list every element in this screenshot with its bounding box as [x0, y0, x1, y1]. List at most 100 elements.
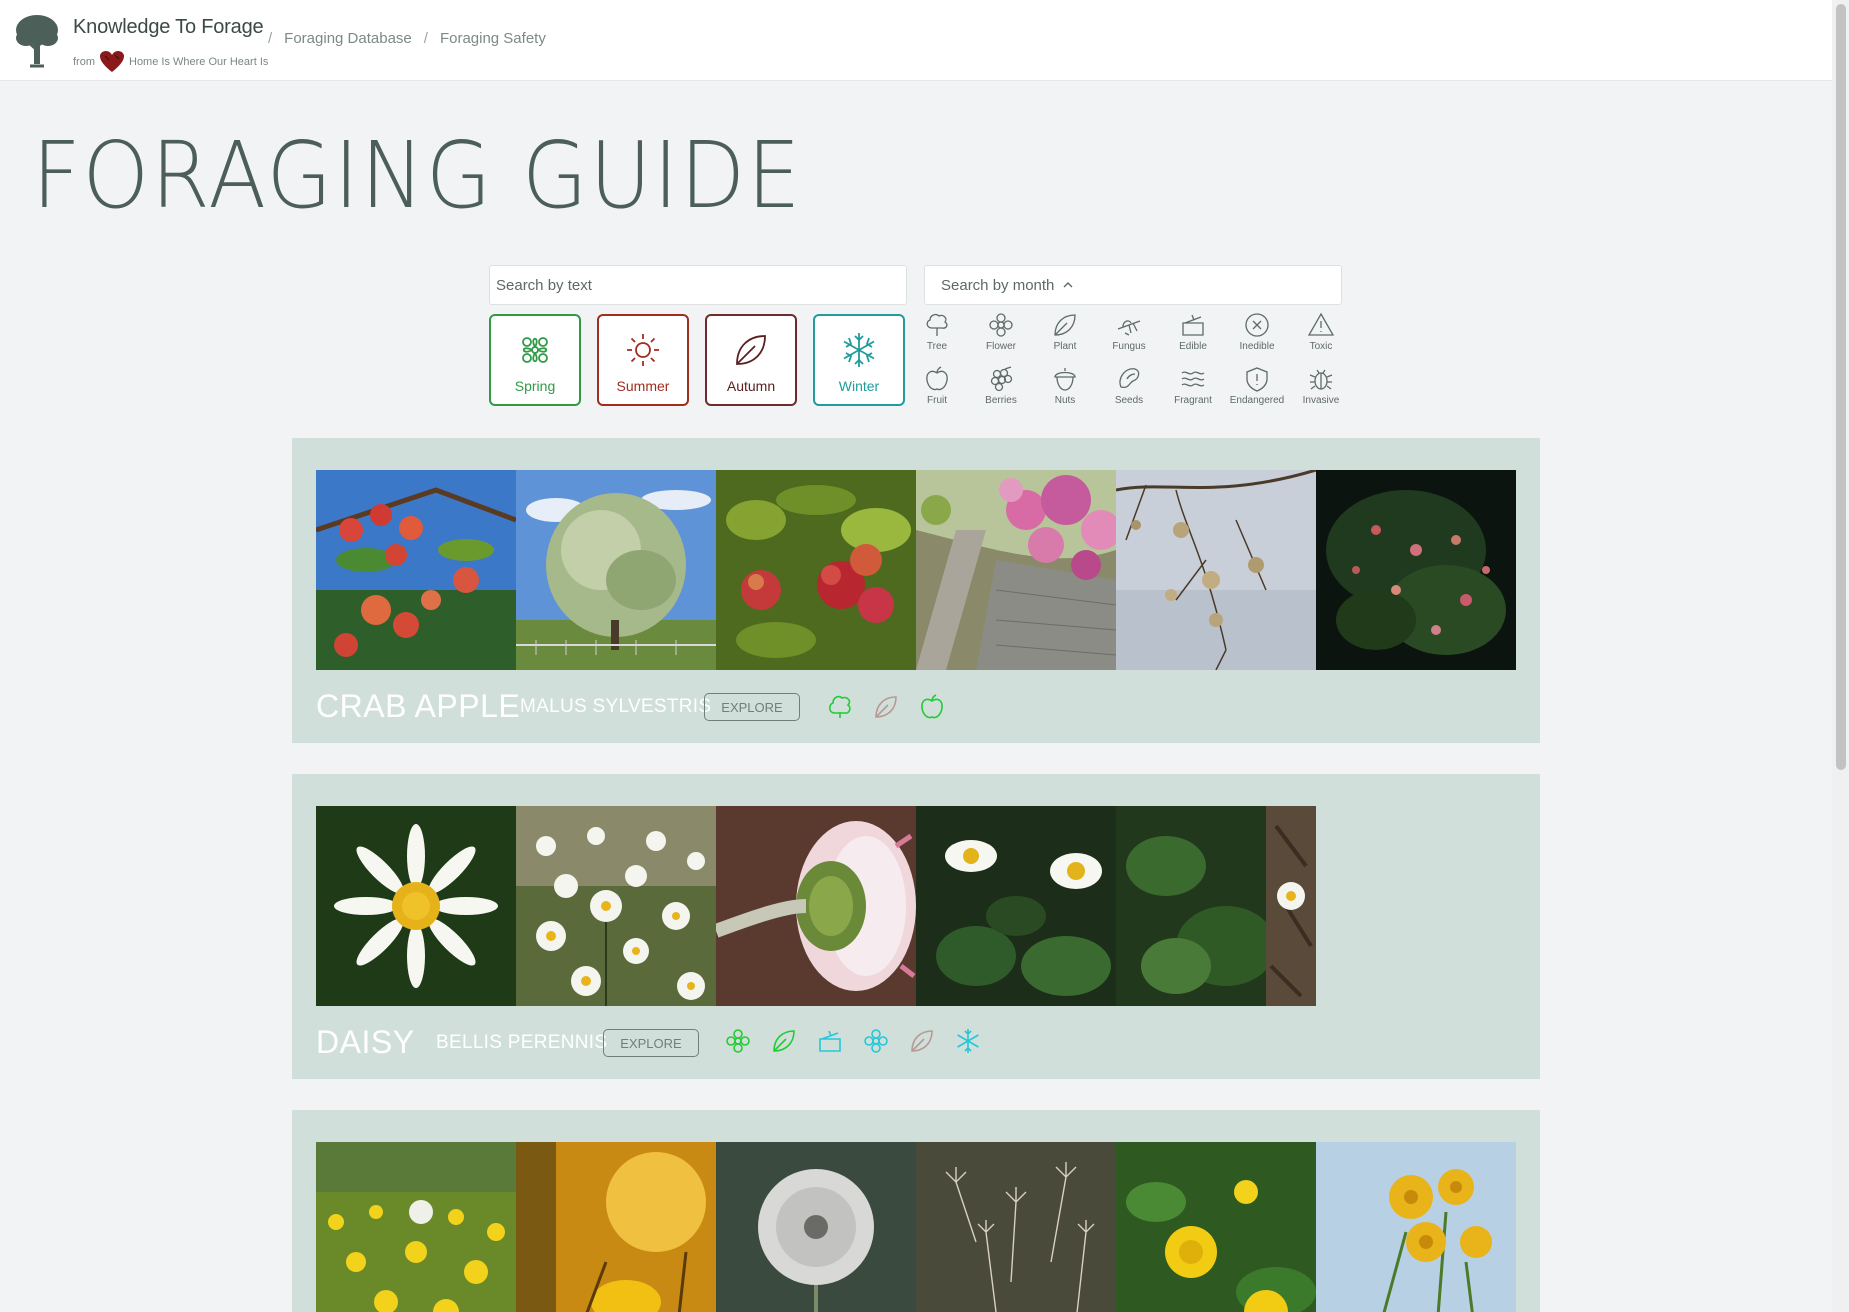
dandelion-sunset-photo[interactable]: [516, 1142, 716, 1312]
filter-berries[interactable]: Berries: [971, 365, 1031, 413]
crab-apple-fruit-photo[interactable]: [716, 470, 916, 670]
filter-inedible[interactable]: Inedible: [1227, 311, 1287, 359]
shield-alert-icon: [1246, 367, 1268, 392]
snowflake-icon: [957, 1029, 979, 1053]
month-dropdown-label: Search by month: [941, 276, 1055, 294]
crab-apple-blossom-photo[interactable]: [916, 470, 1116, 670]
dandelion-seedhead-photo[interactable]: [716, 1142, 916, 1312]
scrollbar[interactable]: [1832, 0, 1849, 1312]
filter-toxic[interactable]: Toxic: [1291, 311, 1351, 359]
dandelion-field-photo[interactable]: [316, 1142, 516, 1312]
pot-icon: [1182, 314, 1204, 336]
tree-icon: [926, 313, 948, 336]
dandelion-flower-photo[interactable]: [1116, 1142, 1316, 1312]
season-filter-spring[interactable]: Spring: [489, 314, 581, 406]
filter-label: Seeds: [1114, 395, 1144, 406]
flower-icon: [989, 313, 1013, 337]
season-label-summer: Summer: [616, 378, 670, 394]
spring-flower-icon: [522, 337, 548, 363]
filter-label: Fungus: [1112, 341, 1146, 352]
season-filter-autumn[interactable]: Autumn: [705, 314, 797, 406]
explore-button[interactable]: EXPLORE: [603, 1029, 699, 1057]
filter-tree[interactable]: Tree: [907, 311, 967, 359]
season-label-autumn: Autumn: [726, 378, 776, 394]
dandelion-seeds-photo[interactable]: [916, 1142, 1116, 1312]
filter-label: Invasive: [1302, 395, 1340, 406]
filter-label: Berries: [985, 395, 1017, 406]
chevron-up-icon: [1063, 282, 1073, 288]
waves-icon: [1181, 371, 1205, 387]
filter-endangered[interactable]: Endangered: [1227, 365, 1287, 413]
brand-subtitle[interactable]: from Home Is Where Our Heart Is: [73, 50, 268, 74]
filter-label: Inedible: [1239, 341, 1275, 352]
month-dropdown[interactable]: Search by month: [924, 265, 1342, 305]
plant-card-crab-apple: CRAB APPLE MALUS SYLVESTRIS EXPLORE: [292, 438, 1540, 743]
daisy-ground-photo[interactable]: [1116, 806, 1316, 1006]
crab-apple-tree-photo[interactable]: [516, 470, 716, 670]
cross-circle-icon: [1245, 313, 1269, 337]
breadcrumb-separator: /: [423, 30, 428, 47]
brand-parent-name: Home Is Where Our Heart Is: [129, 56, 269, 68]
plant-name: DAISY: [316, 1024, 415, 1060]
dandelion-sky-photo[interactable]: [1316, 1142, 1516, 1312]
heart-icon: [100, 51, 124, 72]
filter-edible[interactable]: Edible: [1163, 311, 1223, 359]
filter-label: Fruit: [927, 395, 947, 406]
sun-icon: [627, 334, 659, 366]
season-filter-winter[interactable]: Winter: [813, 314, 905, 406]
top-navigation-bar: Knowledge To Forage from Home Is Where O…: [0, 0, 1832, 81]
filter-nuts[interactable]: Nuts: [1035, 365, 1095, 413]
filter-plant[interactable]: Plant: [1035, 311, 1095, 359]
filter-label: Endangered: [1229, 395, 1285, 406]
filter-flower[interactable]: Flower: [971, 311, 1031, 359]
plant-card-daisy: DAISY BELLIS PERENNIS EXPLORE: [292, 774, 1540, 1079]
snowflake-icon: [843, 333, 875, 367]
flower-icon: [864, 1029, 888, 1053]
brand-from-text: from: [73, 56, 95, 68]
acorn-icon: [1054, 368, 1076, 391]
daisy-leaves-photo[interactable]: [916, 806, 1116, 1006]
season-label-winter: Winter: [838, 378, 880, 394]
bug-icon: [1309, 369, 1333, 390]
breadcrumb: / Foraging Database / Foraging Safety: [268, 30, 546, 47]
filter-invasive[interactable]: Invasive: [1291, 365, 1351, 413]
daisy-field-photo[interactable]: [516, 806, 716, 1006]
daisy-closeup-photo[interactable]: [716, 806, 916, 1006]
leaf-icon: [773, 1030, 795, 1052]
tree-logo-icon[interactable]: [14, 12, 60, 68]
crab-apple-dark-photo[interactable]: [1316, 470, 1516, 670]
flower-icon: [726, 1029, 750, 1053]
breadcrumb-foraging-safety[interactable]: Foraging Safety: [440, 30, 546, 47]
filter-fungus[interactable]: Fungus: [1099, 311, 1159, 359]
filter-label: Toxic: [1309, 341, 1333, 352]
leaf-icon: [911, 1030, 933, 1052]
filter-label: Flower: [985, 341, 1016, 352]
filter-label: Nuts: [1054, 395, 1076, 406]
scrollbar-thumb[interactable]: [1836, 4, 1846, 770]
filter-fruit[interactable]: Fruit: [907, 365, 967, 413]
explore-button[interactable]: EXPLORE: [704, 693, 800, 721]
filter-seeds[interactable]: Seeds: [1099, 365, 1159, 413]
daisy-photo[interactable]: [316, 806, 516, 1006]
leaf-icon: [875, 696, 897, 718]
brand-title[interactable]: Knowledge To Forage: [73, 16, 264, 39]
season-label-spring: Spring: [514, 378, 556, 394]
crab-apple-branch-photo[interactable]: [1116, 470, 1316, 670]
plant-name: CRAB APPLE: [316, 688, 521, 724]
crab-apple-photo[interactable]: [316, 470, 516, 670]
search-text-input[interactable]: [489, 265, 907, 305]
tree-icon: [828, 695, 851, 718]
seed-icon: [1119, 368, 1140, 389]
season-filter-summer[interactable]: Summer: [597, 314, 689, 406]
filter-fragrant[interactable]: Fragrant: [1163, 365, 1223, 413]
filter-label: Fragrant: [1174, 395, 1212, 406]
breadcrumb-foraging-database[interactable]: Foraging Database: [284, 30, 412, 47]
filter-label: Tree: [926, 341, 948, 352]
filter-label: Edible: [1179, 341, 1207, 352]
leaf-icon: [736, 335, 766, 365]
apple-icon: [921, 694, 943, 719]
fungus-icon: [1117, 320, 1141, 336]
breadcrumb-separator: /: [268, 30, 273, 47]
berries-icon: [990, 366, 1013, 392]
warning-icon: [1307, 312, 1335, 336]
